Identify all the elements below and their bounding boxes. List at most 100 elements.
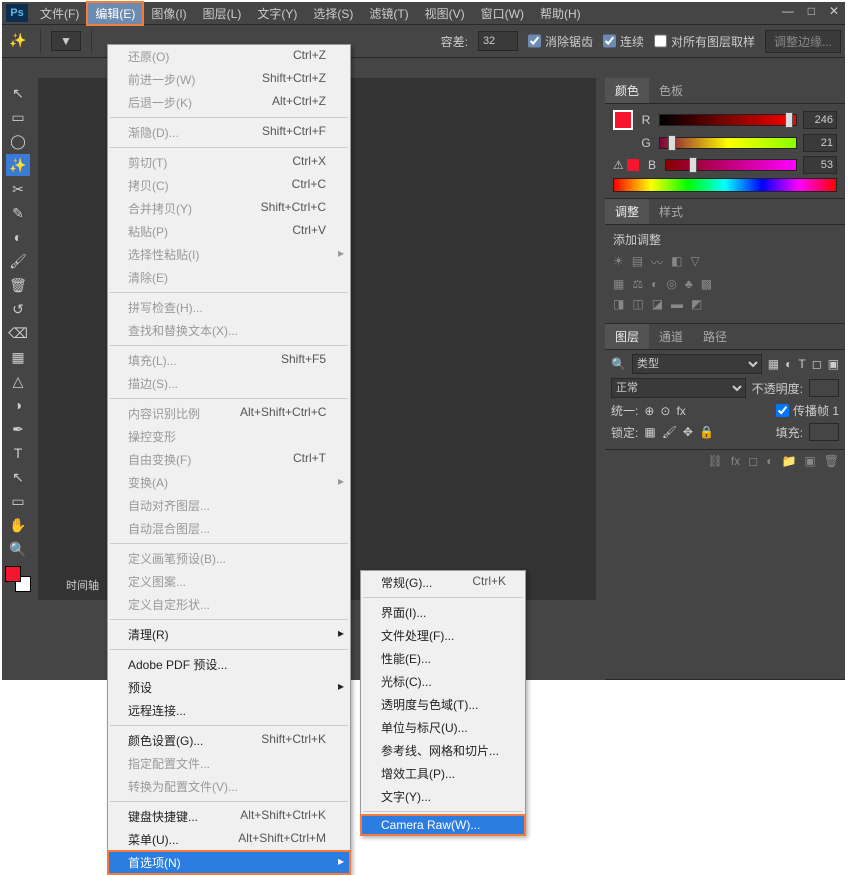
shape-tool[interactable]: ▭ [6, 490, 30, 512]
curves-icon[interactable]: 〰 [651, 254, 663, 271]
lookup-icon[interactable]: ▩ [701, 277, 712, 291]
posterize-icon[interactable]: ◫ [632, 297, 643, 311]
menu-item[interactable]: 单位与标尺(U)... [361, 716, 525, 739]
g-value[interactable] [803, 134, 837, 152]
filter-adj-icon[interactable]: ◐ [785, 357, 792, 371]
adj-layer-icon[interactable]: ◐ [766, 454, 773, 468]
menu-item[interactable]: 透明度与色域(T)... [361, 693, 525, 716]
menu-item[interactable]: 菜单(U)...Alt+Shift+Ctrl+M [108, 828, 350, 851]
blur-tool[interactable]: △ [6, 370, 30, 392]
hue-sat-icon[interactable]: ▦ [613, 277, 624, 291]
g-slider[interactable] [659, 137, 797, 149]
opacity-input[interactable] [809, 379, 839, 397]
styles-tab[interactable]: 样式 [649, 199, 693, 224]
filter-shape-icon[interactable]: ◻ [812, 357, 822, 371]
hand-tool[interactable]: ✋ [6, 514, 30, 536]
menu-item[interactable]: 文件处理(F)... [361, 624, 525, 647]
color-swatch[interactable] [613, 110, 633, 130]
fg-bg-swatch[interactable] [5, 566, 31, 592]
path-select-tool[interactable]: ↖ [6, 466, 30, 488]
gradient-map-icon[interactable]: ▬ [671, 297, 683, 311]
trash-icon[interactable]: 🗑 [824, 454, 839, 468]
blend-mode-select[interactable]: 正常 [611, 378, 746, 398]
warn-swatch[interactable] [627, 159, 639, 171]
tool-preset-dropdown[interactable]: ▼ [51, 31, 81, 51]
history-brush-tool[interactable]: ↺ [6, 298, 30, 320]
photo-filter-icon[interactable]: ◎ [666, 277, 676, 291]
menu-item[interactable]: 键盘快捷键...Alt+Shift+Ctrl+K [108, 805, 350, 828]
menu-item[interactable]: 清理(R)▸ [108, 623, 350, 646]
contiguous-checkbox[interactable] [603, 31, 616, 51]
lasso-tool[interactable]: ◯ [6, 130, 30, 152]
maximize-button[interactable]: □ [808, 4, 815, 18]
menu-image[interactable]: 图像(I) [143, 2, 194, 25]
menu-item[interactable]: 增效工具(P)... [361, 762, 525, 785]
stamp-tool[interactable]: 🗑 [6, 274, 30, 296]
menu-window[interactable]: 窗口(W) [473, 2, 532, 25]
menu-item[interactable]: 性能(E)... [361, 647, 525, 670]
lock-brush-icon[interactable]: 🖌 [662, 425, 677, 439]
menu-item[interactable]: 首选项(N)▸ [108, 851, 350, 874]
lock-move-icon[interactable]: ✥ [683, 425, 693, 439]
exposure-icon[interactable]: ◧ [671, 254, 682, 271]
filter-pixel-icon[interactable]: ▦ [768, 357, 779, 371]
fill-input[interactable] [809, 423, 839, 441]
filter-kind-select[interactable]: 类型 [632, 354, 762, 374]
menu-item[interactable]: 参考线、网格和切片... [361, 739, 525, 762]
menu-item[interactable]: 远程连接... [108, 699, 350, 722]
new-layer-icon[interactable]: ▣ [804, 454, 815, 468]
channels-tab[interactable]: 通道 [649, 324, 693, 349]
menu-type[interactable]: 文字(Y) [249, 2, 305, 25]
unify-style-icon[interactable]: fx [676, 404, 685, 418]
all-layers-checkbox[interactable] [654, 31, 667, 51]
levels-icon[interactable]: ▤ [632, 254, 643, 271]
move-tool[interactable]: ↖ [6, 82, 30, 104]
b-slider[interactable] [665, 159, 797, 171]
swatches-tab[interactable]: 色板 [649, 78, 693, 103]
r-value[interactable] [803, 111, 837, 129]
color-tab[interactable]: 颜色 [605, 78, 649, 103]
magic-wand-tool[interactable]: ✨ [6, 154, 30, 176]
menu-edit[interactable]: 编辑(E) [87, 2, 143, 25]
gradient-tool[interactable]: ▦ [6, 346, 30, 368]
menu-filter[interactable]: 滤镜(T) [361, 2, 416, 25]
menu-item[interactable]: Adobe PDF 预设... [108, 653, 350, 676]
menu-item[interactable]: 文字(Y)... [361, 785, 525, 808]
fx-icon[interactable]: fx [731, 454, 740, 468]
menu-item[interactable]: 预设▸ [108, 676, 350, 699]
menu-file[interactable]: 文件(F) [32, 2, 87, 25]
current-tool-icon[interactable]: ✨ [6, 29, 30, 51]
color-balance-icon[interactable]: ⚖ [632, 277, 643, 291]
menu-item[interactable]: 光标(C)... [361, 670, 525, 693]
adjustments-tab[interactable]: 调整 [605, 199, 649, 224]
unify-vis-icon[interactable]: ⊙ [660, 404, 670, 418]
unify-pos-icon[interactable]: ⊕ [644, 404, 654, 418]
menu-help[interactable]: 帮助(H) [532, 2, 589, 25]
menu-item[interactable]: 界面(I)... [361, 601, 525, 624]
invert-icon[interactable]: ◨ [613, 297, 624, 311]
vibrance-icon[interactable]: ▽ [690, 254, 699, 271]
antialias-checkbox[interactable] [528, 31, 541, 51]
close-button[interactable]: ✕ [829, 4, 839, 18]
pen-tool[interactable]: ✒ [6, 418, 30, 440]
layers-tab[interactable]: 图层 [605, 324, 649, 349]
link-icon[interactable]: ⛓ [708, 454, 723, 468]
lock-all-icon[interactable]: 🔒 [699, 425, 714, 439]
minimize-button[interactable]: — [782, 4, 794, 18]
threshold-icon[interactable]: ◪ [652, 297, 663, 311]
selective-color-icon[interactable]: ◩ [691, 297, 702, 311]
menu-select[interactable]: 选择(S) [305, 2, 361, 25]
eraser-tool[interactable]: ⌫ [6, 322, 30, 344]
type-tool[interactable]: T [6, 442, 30, 464]
timeline-tab[interactable]: 时间轴 [66, 577, 99, 593]
spot-heal-tool[interactable]: ◐ [6, 226, 30, 248]
marquee-tool[interactable]: ▭ [6, 106, 30, 128]
group-icon[interactable]: 📁 [781, 454, 796, 468]
menu-item[interactable]: 常规(G)...Ctrl+K [361, 571, 525, 594]
brush-tool[interactable]: 🖌 [6, 250, 30, 272]
hue-strip[interactable] [613, 178, 837, 192]
menu-layer[interactable]: 图层(L) [195, 2, 250, 25]
lock-pixel-icon[interactable]: ▦ [644, 425, 655, 439]
propagate-checkbox[interactable] [776, 404, 789, 417]
filter-type-icon[interactable]: T [798, 357, 805, 371]
